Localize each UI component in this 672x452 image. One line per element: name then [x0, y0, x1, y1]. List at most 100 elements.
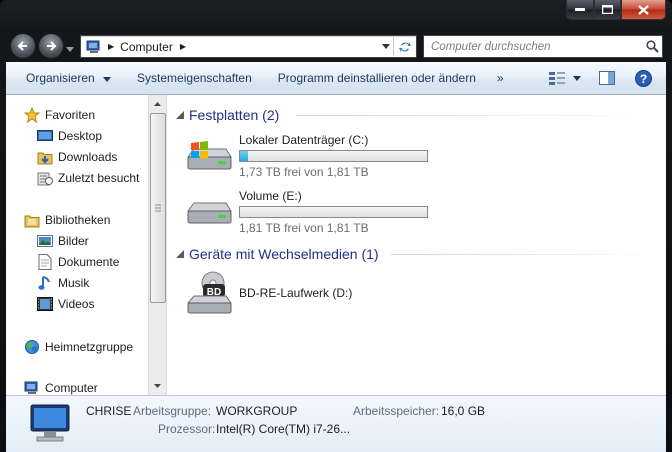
libraries-icon — [23, 212, 40, 228]
nav-item-music[interactable]: Musik — [36, 273, 89, 293]
nav-item-videos[interactable]: Videos — [36, 294, 94, 314]
breadcrumb-children-icon[interactable]: ▶ — [180, 42, 186, 51]
drive-usage-bar — [239, 150, 428, 162]
close-button[interactable] — [621, 0, 666, 20]
chevron-down-icon — [573, 75, 581, 81]
windows-drive-icon — [185, 133, 233, 179]
processor-label: Prozessor: — [158, 422, 216, 436]
chevron-down-icon — [154, 383, 161, 388]
pictures-icon — [36, 233, 53, 249]
recent-pages-dropdown[interactable] — [66, 42, 74, 56]
homegroup-icon — [23, 339, 40, 355]
maximize-button[interactable] — [594, 0, 621, 20]
memory-label: Arbeitsspeicher: — [353, 404, 440, 418]
nav-libraries[interactable]: Bibliotheken — [23, 210, 110, 230]
drive-free-space: 1,81 TB frei von 1,81 TB — [239, 221, 369, 235]
forward-button[interactable] — [38, 33, 64, 59]
nav-item-label: Videos — [58, 297, 95, 311]
chevron-down-icon — [382, 44, 390, 49]
nav-favorites[interactable]: Favoriten — [23, 105, 95, 125]
back-button[interactable] — [10, 33, 36, 59]
nav-item-label: Desktop — [58, 129, 103, 143]
help-icon: ? — [635, 69, 652, 87]
nav-homegroup[interactable]: Heimnetzgruppe — [23, 337, 133, 357]
address-bar[interactable]: ▶ Computer ▶ — [80, 35, 417, 58]
nav-homegroup-label: Heimnetzgruppe — [45, 340, 134, 354]
scroll-up-button[interactable] — [149, 95, 166, 112]
address-history-dropdown[interactable] — [379, 44, 393, 49]
drive-free-space: 1,73 TB frei von 1,81 TB — [239, 165, 369, 179]
group-header-removable[interactable]: Geräte mit Wechselmedien (1) — [175, 244, 667, 264]
computer-large-icon — [28, 402, 72, 449]
desktop-icon — [36, 128, 53, 144]
drive-name: BD-RE-Laufwerk (D:) — [239, 286, 353, 300]
system-properties-button[interactable]: Systemeigenschaften — [124, 62, 265, 94]
preview-pane-button[interactable] — [599, 71, 615, 85]
explorer-window: ▶ Computer ▶ Computer durchsuchen Organi… — [0, 0, 672, 452]
grip-icon — [155, 204, 161, 212]
breadcrumb-separator-icon[interactable]: ▶ — [108, 42, 114, 51]
maximize-icon — [602, 5, 613, 14]
navigation-scrollbar[interactable] — [148, 95, 166, 395]
organize-menu[interactable]: Organisieren — [6, 62, 124, 94]
hard-drive-icon — [185, 189, 233, 235]
search-icon[interactable] — [642, 40, 662, 53]
nav-libraries-label: Bibliotheken — [45, 213, 111, 227]
nav-item-recent[interactable]: Zuletzt besucht — [36, 168, 139, 188]
drive-name: Lokaler Datenträger (C:) — [239, 133, 369, 147]
command-bar: Organisieren Systemeigenschaften Program… — [6, 62, 666, 95]
chevron-down-icon — [103, 77, 112, 82]
more-commands-button[interactable]: » — [489, 62, 517, 94]
nav-favorites-label: Favoriten — [45, 108, 96, 122]
bluray-drive-icon: BD — [185, 271, 233, 317]
music-icon — [36, 275, 53, 291]
nav-item-label: Dokumente — [58, 255, 120, 269]
navigation-pane: Favoriten Desktop Downloads Zuletzt besu… — [6, 95, 167, 395]
search-input[interactable]: Computer durchsuchen — [424, 41, 642, 53]
chevron-down-icon — [66, 47, 74, 52]
scroll-thumb[interactable] — [150, 113, 166, 303]
computer-icon — [86, 40, 102, 54]
group-title: Geräte mit Wechselmedien (1) — [189, 246, 379, 262]
nav-item-label: Zuletzt besucht — [58, 171, 140, 185]
view-tiles-icon — [549, 72, 565, 85]
nav-computer-label: Computer — [45, 381, 98, 395]
organize-label: Organisieren — [26, 71, 95, 85]
videos-icon — [36, 296, 53, 312]
group-header-harddisks[interactable]: Festplatten (2) — [175, 105, 667, 125]
breadcrumb-computer[interactable]: Computer — [120, 40, 173, 54]
drive-usage-bar — [239, 206, 428, 218]
refresh-button[interactable] — [393, 37, 416, 56]
documents-icon — [36, 254, 53, 270]
recent-places-icon — [36, 170, 53, 186]
nav-item-downloads[interactable]: Downloads — [36, 147, 117, 167]
content-area: Favoriten Desktop Downloads Zuletzt besu… — [6, 95, 667, 395]
nav-item-desktop[interactable]: Desktop — [36, 126, 102, 146]
drive-usage-fill — [240, 151, 249, 161]
search-box[interactable]: Computer durchsuchen — [423, 35, 663, 58]
arrow-left-icon — [17, 41, 27, 51]
caption-buttons — [566, 0, 666, 20]
help-button[interactable]: ? — [635, 69, 652, 87]
processor-value: Intel(R) Core(TM) i7-26... — [216, 422, 351, 436]
computer-name: CHRISE — [86, 404, 132, 418]
downloads-folder-icon — [36, 149, 53, 165]
arrow-right-icon — [47, 41, 57, 51]
minimize-icon — [575, 7, 585, 11]
collapse-triangle-icon — [176, 250, 184, 258]
computer-icon — [23, 380, 40, 396]
svg-text:?: ? — [640, 72, 647, 86]
minimize-button[interactable] — [566, 0, 594, 20]
nav-item-label: Downloads — [58, 150, 118, 164]
nav-item-documents[interactable]: Dokumente — [36, 252, 119, 272]
chevron-up-icon — [154, 101, 161, 106]
nav-item-pictures[interactable]: Bilder — [36, 231, 89, 251]
group-divider — [297, 115, 667, 116]
change-view-button[interactable] — [548, 71, 581, 85]
workgroup-value: WORKGROUP — [216, 404, 298, 418]
star-icon — [23, 107, 40, 123]
uninstall-program-button[interactable]: Programm deinstallieren oder ändern — [265, 62, 489, 94]
navigation-bar: ▶ Computer ▶ Computer durchsuchen — [0, 30, 672, 62]
preview-pane-icon — [599, 71, 615, 85]
scroll-down-button[interactable] — [149, 377, 166, 394]
